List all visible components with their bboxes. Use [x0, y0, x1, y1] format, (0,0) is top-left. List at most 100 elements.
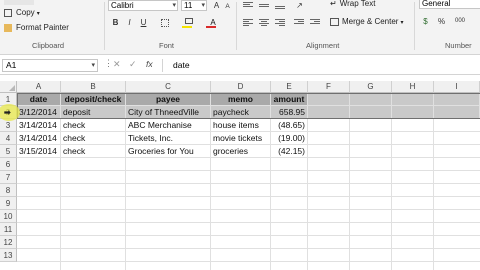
align-right-icon[interactable]	[275, 18, 285, 28]
number-format-select[interactable]: General	[419, 0, 480, 9]
merge-center-button[interactable]: Merge & Center ▾	[330, 17, 403, 26]
align-bottom-icon[interactable]	[275, 1, 285, 11]
row-header-10[interactable]: 10	[0, 210, 17, 223]
comma-style-button[interactable]: 000	[450, 16, 470, 27]
header-cell-payee[interactable]: payee	[126, 93, 211, 106]
row-header-7[interactable]: 7	[0, 171, 17, 184]
increase-indent-icon[interactable]	[310, 18, 320, 28]
table-cell[interactable]: check	[61, 145, 126, 158]
formula-input[interactable]: date	[162, 59, 480, 72]
table-cell[interactable]: Groceries for You	[126, 145, 211, 158]
column-header-b[interactable]: B	[61, 81, 126, 93]
column-header-h[interactable]: H	[392, 81, 434, 93]
orientation-button[interactable]: ↗	[294, 0, 305, 11]
merge-center-label: Merge & Center	[342, 17, 399, 26]
font-name-select[interactable]: Calibri ▾	[108, 0, 178, 11]
grow-font-button[interactable]: A	[211, 0, 222, 11]
underline-button[interactable]: U	[138, 17, 149, 28]
row-header-6[interactable]: 6	[0, 158, 17, 171]
group-divider	[236, 2, 237, 50]
font-color-button[interactable]: A	[204, 17, 222, 28]
empty-grid	[17, 158, 480, 270]
column-header-g[interactable]: G	[350, 81, 392, 93]
table-cell[interactable]: paycheck	[211, 106, 271, 119]
merge-icon	[330, 17, 339, 26]
percent-icon: %	[437, 17, 446, 26]
copy-icon	[4, 8, 12, 17]
align-middle-icon[interactable]	[259, 1, 269, 11]
table-cell[interactable]: (42.15)	[271, 145, 308, 158]
table-cell[interactable]	[308, 106, 350, 119]
currency-button[interactable]: $	[420, 16, 431, 27]
wrap-text-label: Wrap Text	[339, 0, 376, 8]
table-cell[interactable]: check	[61, 132, 126, 145]
table-cell[interactable]: City of ThneedVille	[126, 106, 211, 119]
table-cell[interactable]	[392, 106, 434, 119]
table-cell[interactable]: 3/15/2014	[17, 145, 61, 158]
table-cell[interactable]	[350, 93, 392, 106]
column-header-f[interactable]: F	[308, 81, 350, 93]
ribbon: Copy ▾ Format Painter Clipboard Calibri ▾ …	[0, 0, 480, 55]
align-center-icon[interactable]	[259, 18, 269, 28]
table-cell[interactable]: 3/12/2014	[17, 106, 61, 119]
row-header-8[interactable]: 8	[0, 184, 17, 197]
row-header-13[interactable]: 13	[0, 249, 17, 262]
table-cell[interactable]: movie tickets	[211, 132, 271, 145]
header-cell-memo[interactable]: memo	[211, 93, 271, 106]
column-header-a[interactable]: A	[17, 81, 61, 93]
header-cell-deposit-check[interactable]: deposit/check	[61, 93, 126, 106]
italic-button[interactable]: I	[124, 17, 135, 28]
format-painter-button[interactable]: Format Painter	[4, 23, 69, 32]
table-cell[interactable]: (48.65)	[271, 119, 308, 132]
row-header-9[interactable]: 9	[0, 197, 17, 210]
row-header-4[interactable]: 4	[0, 132, 17, 145]
format-painter-label: Format Painter	[16, 23, 69, 32]
table-cell[interactable]	[350, 106, 392, 119]
enter-icon[interactable]: ✓	[129, 59, 137, 70]
align-left-icon[interactable]	[243, 18, 253, 28]
cancel-icon[interactable]: ✕	[113, 59, 121, 70]
table-cell[interactable]: 658.95	[271, 106, 308, 119]
column-header-c[interactable]: C	[126, 81, 211, 93]
table-cell[interactable]	[308, 93, 350, 106]
table-cell[interactable]: Tickets, Inc.	[126, 132, 211, 145]
font-size-select[interactable]: 11 ▾	[181, 0, 207, 11]
font-group-label: Font	[159, 41, 175, 50]
row-header-12[interactable]: 12	[0, 236, 17, 249]
table-cell[interactable]: check	[61, 119, 126, 132]
wrap-text-button[interactable]: ↵ Wrap Text	[330, 0, 375, 8]
decrease-indent-icon[interactable]	[294, 18, 304, 28]
insert-function-button[interactable]: fx	[146, 59, 153, 69]
copy-label: Copy	[16, 8, 35, 17]
name-box-value: A1	[6, 60, 17, 70]
percent-button[interactable]: %	[436, 16, 447, 27]
bold-button[interactable]: B	[110, 17, 121, 28]
table-cell[interactable]: house items	[211, 119, 271, 132]
header-cell-amount[interactable]: amount	[271, 93, 308, 106]
align-top-icon[interactable]	[243, 1, 253, 11]
table-cell[interactable]: (19.00)	[271, 132, 308, 145]
comma-style-icon: 000	[454, 18, 465, 24]
header-cell-date[interactable]: date	[17, 93, 61, 106]
table-cell[interactable]	[434, 93, 480, 106]
column-header-d[interactable]: D	[211, 81, 271, 93]
table-cell[interactable]	[434, 106, 480, 119]
table-cell[interactable]: 3/14/2014	[17, 119, 61, 132]
column-header-i[interactable]: I	[434, 81, 480, 93]
row-header-11[interactable]: 11	[0, 223, 17, 236]
table-cell[interactable]: ABC Merchanise	[126, 119, 211, 132]
table-cell[interactable]: groceries	[211, 145, 271, 158]
table-cell[interactable]: deposit	[61, 106, 126, 119]
table-cell[interactable]	[392, 93, 434, 106]
name-box[interactable]: A1 ▾	[2, 59, 98, 72]
borders-button[interactable]	[156, 17, 174, 28]
column-header-e[interactable]: E	[271, 81, 308, 93]
fill-color-button[interactable]	[180, 17, 198, 28]
row-header-5[interactable]: 5	[0, 145, 17, 158]
chevron-down-icon: ▾	[172, 2, 176, 9]
copy-button[interactable]: Copy ▾	[4, 8, 40, 17]
table-cell[interactable]: 3/14/2014	[17, 132, 61, 145]
cut-button[interactable]	[4, 0, 34, 5]
select-all-button[interactable]	[0, 81, 17, 93]
shrink-font-button[interactable]: A	[222, 1, 233, 12]
